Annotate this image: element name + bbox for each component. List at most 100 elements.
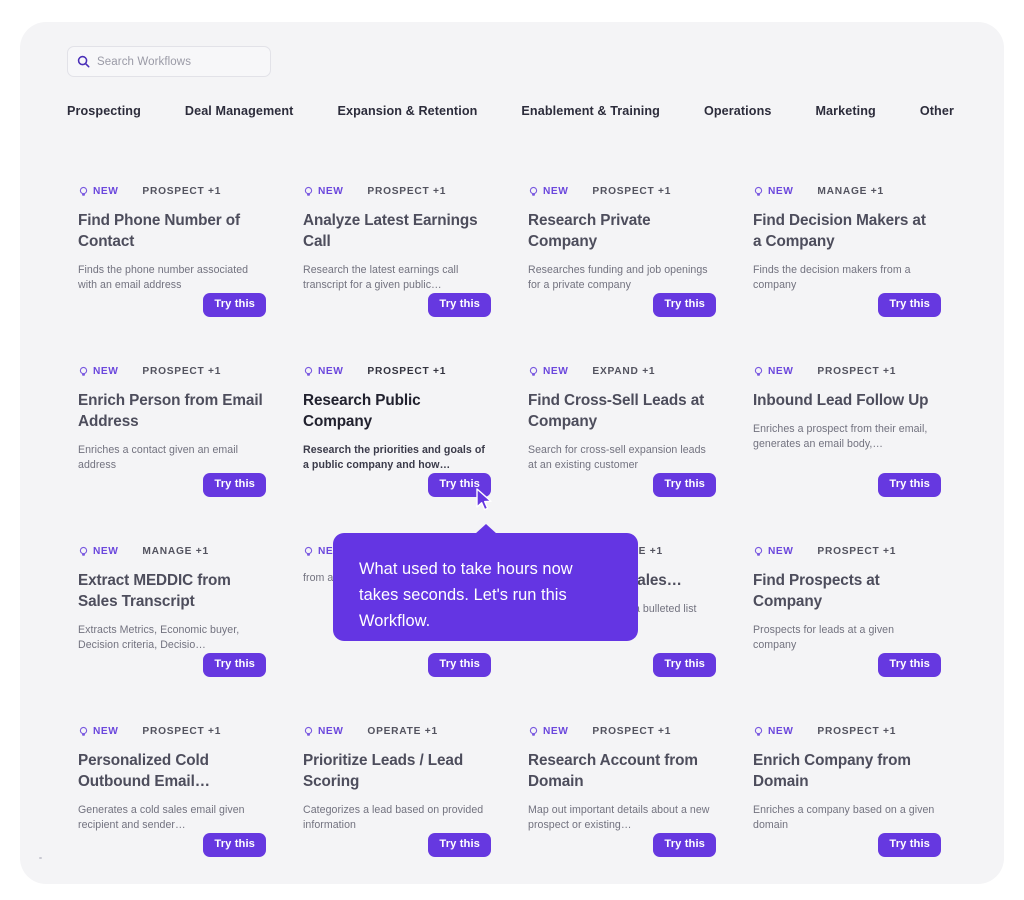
card-title: Research Account from Domain <box>528 752 698 790</box>
card-header: NEW PROSPECT +1 <box>78 184 266 198</box>
new-badge: NEW <box>78 366 118 377</box>
workflow-card[interactable]: NEW EXPAND +1 Find Cross-Sell Leads at Com… <box>517 342 742 522</box>
workflow-card[interactable]: NEW PROSPECT +1 Research Account from Doma… <box>517 702 742 882</box>
category-badge: EXPAND +1 <box>592 365 656 377</box>
category-badge: PROSPECT +1 <box>592 185 672 197</box>
try-this-button[interactable]: Try this <box>203 472 266 497</box>
category-badge: MANAGE +1 <box>817 185 884 197</box>
new-badge: NEW <box>78 186 118 197</box>
try-this-button[interactable]: Try this <box>203 652 266 677</box>
workflow-card[interactable]: NEW PROSPECT +1 Inbound Lead Follow Up Enri… <box>742 342 967 522</box>
new-badge: NEW <box>303 726 343 737</box>
workflow-card[interactable]: NEW PROSPECT +1 Enrich Person from Email A… <box>67 342 292 522</box>
lightbulb-icon <box>303 546 314 557</box>
lightbulb-icon <box>78 726 89 737</box>
try-this-button[interactable]: Try this <box>653 832 716 857</box>
category-badge: PROSPECT +1 <box>367 185 447 197</box>
tab-prospecting[interactable]: Prospecting <box>67 100 141 122</box>
category-badge: PROSPECT +1 <box>142 365 222 377</box>
new-badge-label: NEW <box>93 725 119 737</box>
new-badge-label: NEW <box>93 185 119 197</box>
category-badge: PROSPECT +1 <box>817 725 897 737</box>
search-input[interactable] <box>97 55 261 68</box>
try-this-button[interactable]: Try this <box>203 292 266 317</box>
tab-marketing[interactable]: Marketing <box>815 100 875 122</box>
workflow-card[interactable]: NEW PROSPECT +1 Research Public Company Res… <box>292 342 517 522</box>
workflow-card[interactable]: NEW OPERATE +1 Prioritize Leads / Lead Sco… <box>292 702 517 882</box>
workflow-card-grid: NEW PROSPECT +1 Find Phone Number of Conta… <box>67 162 967 882</box>
try-this-button[interactable]: Try this <box>878 292 941 317</box>
try-this-button[interactable]: Try this <box>203 832 266 857</box>
card-description: Categorizes a lead based on provided inf… <box>303 803 484 831</box>
lightbulb-icon <box>753 546 764 557</box>
card-header: NEW PROSPECT +1 <box>78 724 266 738</box>
card-description: Search for cross-sell expansion leads at… <box>528 443 706 471</box>
try-this-button[interactable]: Try this <box>878 472 941 497</box>
lightbulb-icon <box>78 186 89 197</box>
new-badge-label: NEW <box>318 185 344 197</box>
workflow-card[interactable]: NEW MANAGE +1 Extract MEDDIC from Sales Tr… <box>67 522 292 702</box>
new-badge-label: NEW <box>93 365 119 377</box>
new-badge-label: NEW <box>768 365 794 377</box>
search-box[interactable] <box>67 46 271 77</box>
new-badge: NEW <box>528 366 568 377</box>
workflow-card[interactable]: NEW PROSPECT +1 Find Prospects at Company P… <box>742 522 967 702</box>
lightbulb-icon <box>528 366 539 377</box>
workflow-card[interactable]: NEW PROSPECT +1 Enrich Company from Domain… <box>742 702 967 882</box>
try-this-button[interactable]: Try this <box>653 292 716 317</box>
tab-expansion-retention[interactable]: Expansion & Retention <box>337 100 477 122</box>
lightbulb-icon <box>78 546 89 557</box>
lightbulb-icon <box>528 726 539 737</box>
try-this-button[interactable]: Try this <box>428 832 491 857</box>
card-title: Research Public Company <box>303 392 421 430</box>
page-speck <box>39 857 42 859</box>
new-badge: NEW <box>753 726 793 737</box>
workflow-card[interactable]: NEW PROSPECT +1 Personalized Cold Outbound… <box>67 702 292 882</box>
try-this-button[interactable]: Try this <box>878 832 941 857</box>
try-this-button[interactable]: Try this <box>428 472 491 497</box>
category-badge: PROSPECT +1 <box>142 185 222 197</box>
lightbulb-icon <box>753 186 764 197</box>
try-this-button[interactable]: Try this <box>428 292 491 317</box>
new-badge: NEW <box>753 186 793 197</box>
tab-enablement-training[interactable]: Enablement & Training <box>521 100 660 122</box>
card-description: Finds the decision makers from a company <box>753 263 911 291</box>
card-description: Prospects for leads at a given company <box>753 623 895 651</box>
category-badge: PROSPECT +1 <box>817 545 897 557</box>
card-header: NEW PROSPECT +1 <box>528 184 716 198</box>
card-header: NEW PROSPECT +1 <box>753 724 941 738</box>
card-title: Personalized Cold Outbound Email… <box>78 752 210 790</box>
card-title: Prioritize Leads / Lead Scoring <box>303 752 464 790</box>
tab-deal-management[interactable]: Deal Management <box>185 100 294 122</box>
workflows-panel: Prospecting Deal Management Expansion & … <box>20 22 1004 884</box>
card-title: Find Phone Number of Contact <box>78 212 241 250</box>
workflow-card[interactable]: NEW PROSPECT +1 Find Phone Number of Conta… <box>67 162 292 342</box>
workflow-card[interactable]: NEW PROSPECT +1 Research Private Company Re… <box>517 162 742 342</box>
card-description: Enriches a contact given an email addres… <box>78 443 239 471</box>
try-this-button[interactable]: Try this <box>878 652 941 677</box>
try-this-button[interactable]: Try this <box>428 652 491 677</box>
card-header: NEW PROSPECT +1 <box>753 544 941 558</box>
lightbulb-icon <box>303 726 314 737</box>
new-badge-label: NEW <box>543 365 569 377</box>
card-header: NEW PROSPECT +1 <box>303 184 491 198</box>
card-header: NEW MANAGE +1 <box>78 544 266 558</box>
new-badge: NEW <box>528 726 568 737</box>
new-badge-label: NEW <box>768 185 794 197</box>
category-badge: PROSPECT +1 <box>592 725 672 737</box>
workflow-card[interactable]: NEW PROSPECT +1 Analyze Latest Earnings Ca… <box>292 162 517 342</box>
card-description: Research the priorities and goals of a p… <box>303 443 485 471</box>
try-this-button[interactable]: Try this <box>653 472 716 497</box>
workflow-card[interactable]: NEW MANAGE +1 Find Decision Makers at a Co… <box>742 162 967 342</box>
new-badge: NEW <box>528 186 568 197</box>
card-description: Enriches a company based on a given doma… <box>753 803 935 831</box>
lightbulb-icon <box>303 366 314 377</box>
try-this-button[interactable]: Try this <box>653 652 716 677</box>
new-badge: NEW <box>753 546 793 557</box>
tab-other[interactable]: Other <box>920 100 954 122</box>
tab-operations[interactable]: Operations <box>704 100 771 122</box>
new-badge-label: NEW <box>318 725 344 737</box>
card-header: NEW MANAGE +1 <box>753 184 941 198</box>
card-title: Analyze Latest Earnings Call <box>303 212 478 250</box>
card-title: Research Private Company <box>528 212 651 250</box>
